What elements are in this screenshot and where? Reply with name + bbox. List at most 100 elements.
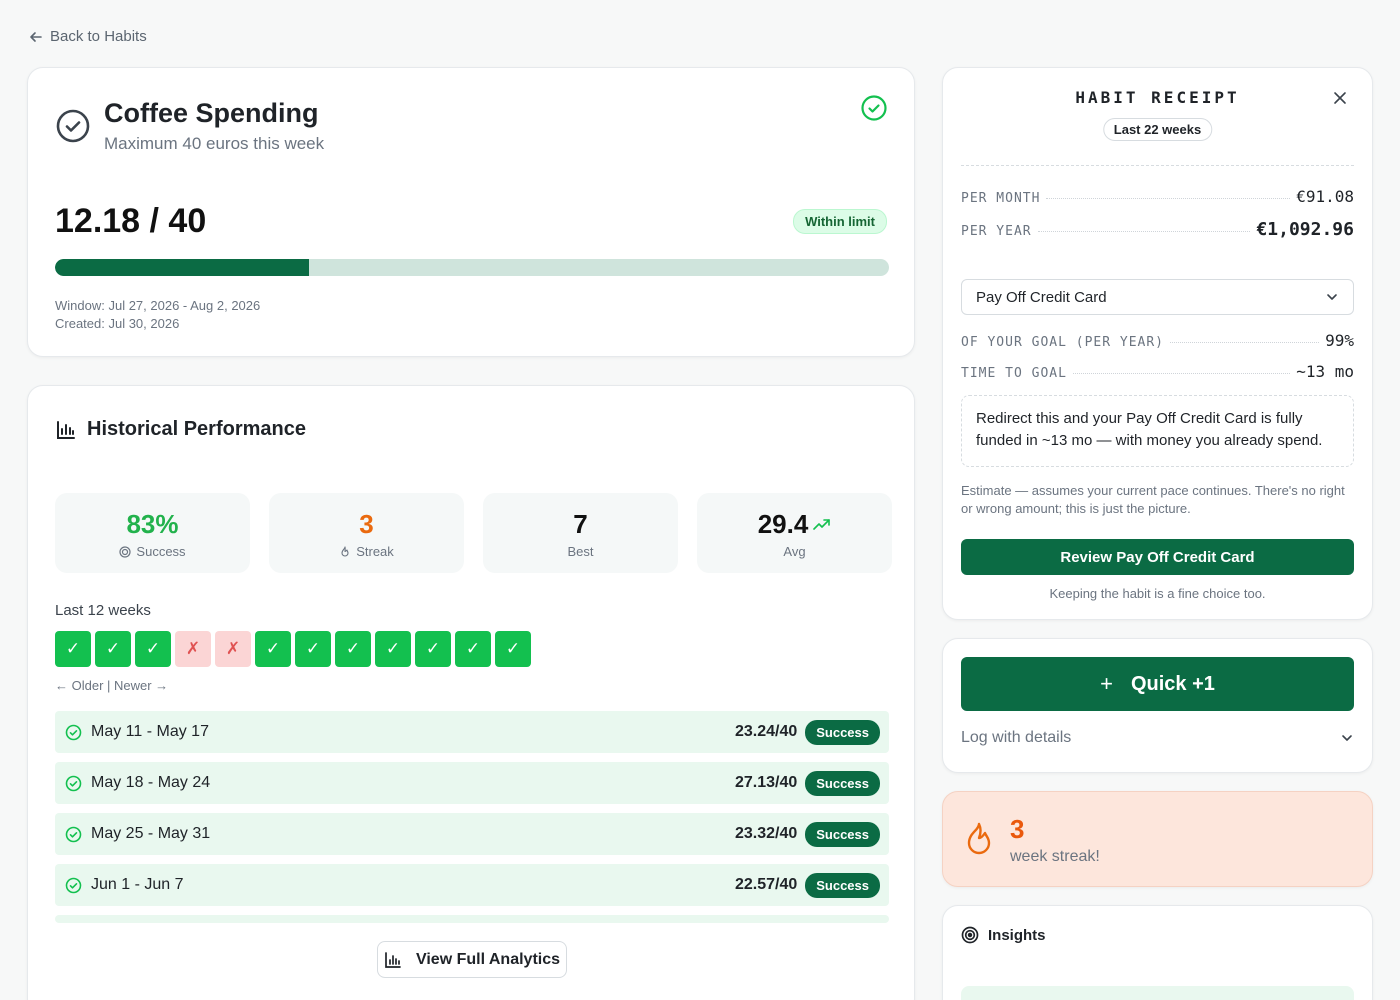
bar-chart-icon — [57, 420, 75, 439]
stat-avg-value-row: 29.4 — [697, 509, 892, 540]
per-month-value: €91.08 — [1296, 187, 1354, 206]
completed-check-icon[interactable] — [860, 94, 888, 122]
habit-window: Window: Jul 27, 2026 - Aug 2, 2026 — [55, 298, 261, 313]
habit-receipt-card: HABIT RECEIPT Last 22 weeks PER MONTH €9… — [942, 67, 1373, 620]
stat-avg-value: 29.4 — [757, 509, 809, 539]
status-badge: Success — [805, 770, 880, 796]
goal-pct-row: OF YOUR GOAL (PER YEAR) 99% — [961, 331, 1354, 350]
week-square[interactable]: ✓ — [255, 631, 291, 667]
check-circle-icon — [65, 775, 82, 791]
time-to-goal-value: ~13 mo — [1296, 362, 1354, 381]
week-square[interactable]: ✓ — [455, 631, 491, 667]
receipt-divider — [961, 165, 1354, 166]
week-row-value: 23.32/40 — [734, 825, 798, 842]
per-month-row: PER MONTH €91.08 — [961, 187, 1354, 206]
stat-avg: 29.4 Avg — [697, 493, 892, 573]
last-12-weeks-label: Last 12 weeks — [55, 602, 151, 619]
week-square[interactable]: ✓ — [415, 631, 451, 667]
insights-title: Insights — [988, 926, 1046, 944]
week-square[interactable]: ✓ — [135, 631, 171, 667]
week-square[interactable]: ✓ — [95, 631, 131, 667]
stat-best-value: 7 — [573, 509, 588, 539]
log-with-details-label: Log with details — [961, 729, 1072, 746]
streak-count: 3 — [1010, 814, 1025, 844]
week-row[interactable] — [55, 915, 889, 923]
habit-card: Coffee Spending Maximum 40 euros this we… — [27, 67, 915, 357]
chevron-down-icon — [1327, 294, 1337, 300]
log-with-details-toggle[interactable]: Log with details — [961, 729, 1354, 747]
stat-streak: 3 Streak — [269, 493, 464, 573]
week-square[interactable]: ✗ — [215, 631, 251, 667]
insight-item — [961, 986, 1354, 1000]
flame-icon — [341, 545, 349, 556]
dot-leader — [1072, 373, 1291, 374]
stat-best: 7 Best — [483, 493, 678, 573]
historical-performance-card: Historical Performance 83% Success 3 Str… — [27, 385, 915, 1000]
time-to-goal-row: TIME TO GOAL ~13 mo — [961, 362, 1354, 381]
quick-log-card: + Quick +1 Log with details — [942, 638, 1373, 773]
older-newer-nav[interactable]: ← Older | Newer → — [55, 678, 168, 693]
goal-pct-value: 99% — [1325, 331, 1354, 350]
dot-leader — [1170, 342, 1320, 343]
stat-streak-value: 3 — [359, 509, 374, 539]
week-row-label: May 11 - May 17 — [91, 723, 209, 740]
week-square[interactable]: ✓ — [55, 631, 91, 667]
stat-streak-label: Streak — [356, 544, 394, 559]
bar-chart-icon — [385, 951, 401, 968]
habit-progress-value: 12.18 / 40 — [55, 202, 207, 240]
habit-meta: Window: Jul 27, 2026 - Aug 2, 2026 Creat… — [55, 297, 260, 333]
insights-header: Insights — [961, 926, 1046, 944]
plus-icon: + — [1100, 671, 1113, 696]
status-badge: Success — [805, 719, 880, 745]
goal-select[interactable]: Pay Off Credit Card — [961, 279, 1354, 315]
back-label: Back to Habits — [50, 28, 147, 45]
week-square[interactable]: ✓ — [335, 631, 371, 667]
review-goal-button[interactable]: Review Pay Off Credit Card — [961, 539, 1354, 575]
week-square[interactable]: ✓ — [295, 631, 331, 667]
week-square[interactable]: ✗ — [175, 631, 211, 667]
stat-streak-label-row: Streak — [269, 544, 464, 559]
quick-plus-one-button[interactable]: + Quick +1 — [961, 657, 1354, 711]
historical-header: Historical Performance — [55, 418, 306, 441]
close-icon[interactable] — [1332, 90, 1348, 106]
week-row-label: Jun 1 - Jun 7 — [91, 876, 184, 893]
back-to-habits-link[interactable]: Back to Habits — [28, 28, 147, 45]
progress-bar — [55, 259, 889, 276]
time-to-goal-label: TIME TO GOAL — [961, 366, 1067, 381]
week-row[interactable]: May 25 - May 31 23.32/40 Success — [55, 813, 889, 855]
per-month-label: PER MONTH — [961, 191, 1041, 206]
check-circle-icon — [65, 877, 82, 893]
target-icon — [119, 545, 132, 558]
receipt-title: HABIT RECEIPT — [1075, 88, 1240, 107]
status-badge: Within limit — [793, 209, 887, 234]
week-row-value: 22.57/40 — [734, 876, 798, 893]
chevron-down-icon — [1342, 735, 1352, 741]
week-rows-list: May 11 - May 17 23.24/40 Success May 18 - M… — [55, 711, 889, 932]
per-year-value: €1,092.96 — [1256, 219, 1354, 240]
status-badge: Success — [805, 872, 880, 898]
check-circle-icon — [65, 724, 82, 740]
week-row[interactable]: Jun 1 - Jun 7 22.57/40 Success — [55, 864, 889, 906]
estimate-disclaimer: Estimate — assumes your current pace con… — [961, 483, 1345, 516]
historical-title: Historical Performance — [87, 418, 306, 440]
weeks-grid: ✓ ✓ ✓ ✗ ✗ ✓ ✓ ✓ ✓ ✓ ✓ ✓ — [55, 631, 531, 667]
week-row[interactable]: May 18 - May 24 27.13/40 Success — [55, 762, 889, 804]
week-square[interactable]: ✓ — [495, 631, 531, 667]
dot-leader — [1046, 198, 1291, 199]
view-full-analytics-button[interactable]: View Full Analytics — [377, 941, 567, 978]
period-pill: Last 22 weeks — [1102, 118, 1213, 141]
view-full-analytics-label: View Full Analytics — [415, 950, 561, 968]
streak-card: 3 week streak! — [942, 791, 1373, 887]
goal-select-value: Pay Off Credit Card — [976, 288, 1107, 306]
week-row-label: May 18 - May 24 — [91, 774, 211, 791]
dot-leader — [1037, 231, 1251, 232]
week-row-value: 23.24/40 — [734, 723, 798, 740]
week-row[interactable]: May 11 - May 17 23.24/40 Success — [55, 711, 889, 753]
keeping-habit-note: Keeping the habit is a fine choice too. — [1049, 586, 1266, 601]
week-square[interactable]: ✓ — [375, 631, 411, 667]
stat-avg-label: Avg — [783, 544, 806, 559]
quick-plus-one-label: Quick +1 — [1130, 672, 1215, 695]
status-badge: Success — [805, 821, 880, 847]
stats-row: 83% Success 3 Streak 7 Best 29.4 Avg — [55, 493, 892, 573]
goal-pct-label: OF YOUR GOAL (PER YEAR) — [961, 335, 1165, 350]
